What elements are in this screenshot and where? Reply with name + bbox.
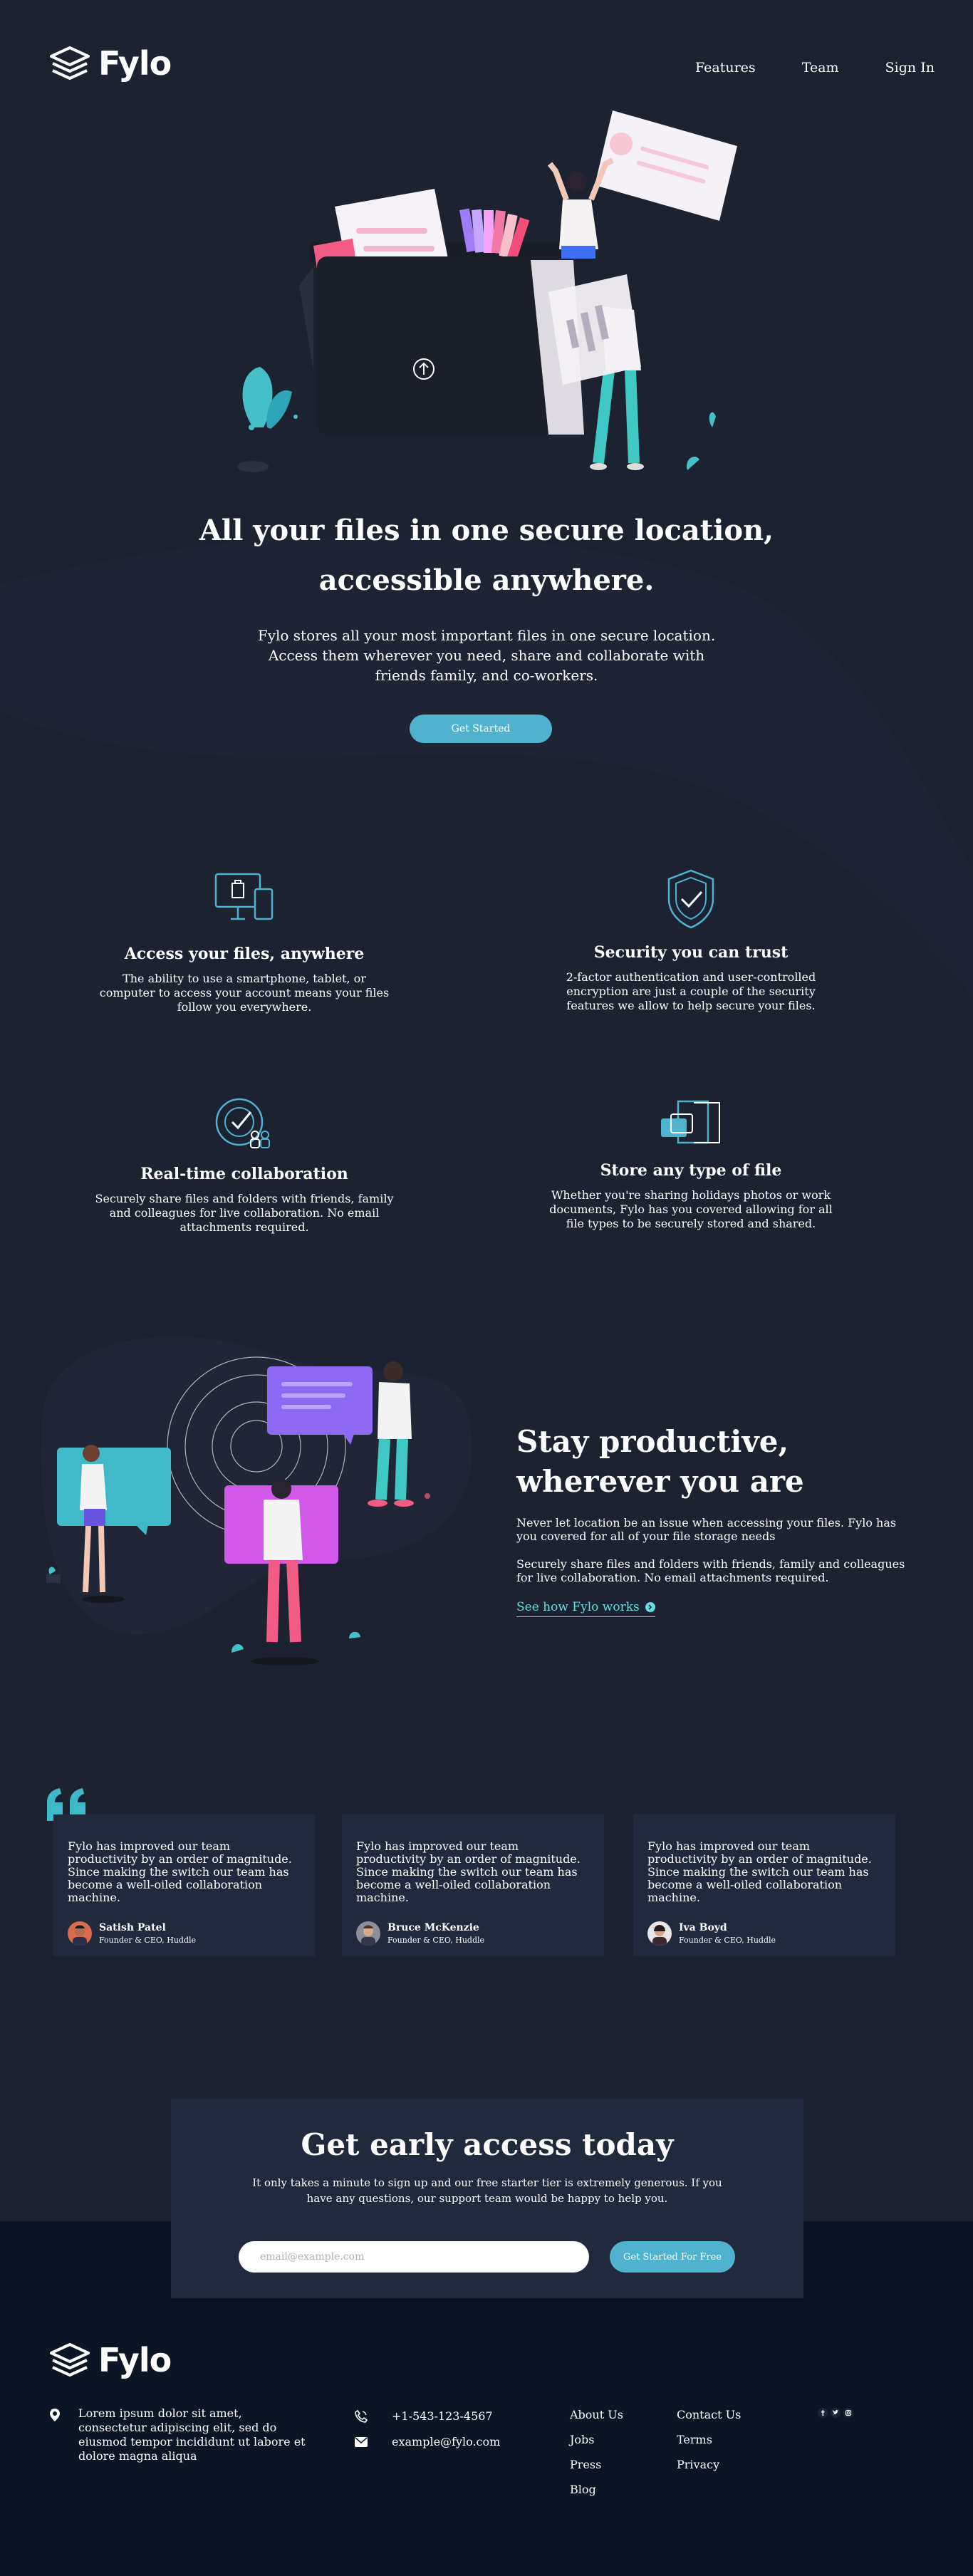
footer-link-privacy[interactable]: Privacy xyxy=(677,2458,741,2471)
testimonial-quote: Fylo has improved our team productivity … xyxy=(68,1839,292,1904)
feature-collaboration-text: Securely share files and folders with fr… xyxy=(95,1192,394,1234)
footer-link-about[interactable]: About Us xyxy=(570,2408,623,2421)
see-how-label: See how Fylo works xyxy=(516,1600,640,1614)
location-icon xyxy=(50,2409,60,2421)
email-input[interactable] xyxy=(239,2241,589,2273)
footer-logo[interactable]: Fylo xyxy=(48,2341,172,2379)
testimonial-role: Founder & CEO, Huddle xyxy=(679,1936,776,1945)
footer-links-col2: Contact Us Terms Privacy xyxy=(677,2408,741,2471)
nav-signin[interactable]: Sign In xyxy=(885,60,935,76)
productive-text-1: Never let location be an issue when acce… xyxy=(516,1516,897,1543)
testimonial-role: Founder & CEO, Huddle xyxy=(387,1936,485,1945)
testimonial-name: Iva Boyd xyxy=(679,1922,727,1933)
files-icon xyxy=(661,1100,720,1144)
feature-security-title: Security you can trust xyxy=(593,943,789,962)
testimonial-person: Bruce McKenzie Founder & CEO, Huddle xyxy=(356,1921,590,1946)
testimonial-quote: Fylo has improved our team productivity … xyxy=(647,1839,872,1904)
social-links xyxy=(818,2408,853,2418)
productive-title: Stay productive, wherever you are xyxy=(516,1422,915,1502)
nav-team[interactable]: Team xyxy=(802,60,839,76)
avatar xyxy=(68,1921,92,1946)
hero-illustration xyxy=(237,110,737,472)
hero-title: All your files in one secure location, a… xyxy=(0,506,973,606)
instagram-icon[interactable] xyxy=(843,2408,853,2418)
facebook-icon[interactable] xyxy=(818,2408,828,2418)
productive-text-2: Securely share files and folders with fr… xyxy=(516,1557,905,1584)
footer-link-press[interactable]: Press xyxy=(570,2458,623,2471)
feature-access: Access your files, anywhere The ability … xyxy=(80,871,408,1014)
testimonial-person: Iva Boyd Founder & CEO, Huddle xyxy=(647,1921,881,1946)
footer-email[interactable]: example@fylo.com xyxy=(392,2435,500,2448)
early-access-box: Get early access today It only takes a m… xyxy=(171,2099,803,2298)
nav-features[interactable]: Features xyxy=(695,60,756,76)
feature-files-title: Store any type of file xyxy=(600,1161,782,1180)
testimonial-person: Satish Patel Founder & CEO, Huddle xyxy=(68,1921,301,1946)
feature-collaboration-title: Real-time collaboration xyxy=(140,1165,348,1183)
shield-icon xyxy=(667,869,714,929)
cta-text: It only takes a minute to sign up and ou… xyxy=(252,2176,722,2205)
feature-files: Store any type of file Whether you're sh… xyxy=(527,1099,855,1231)
hero-title-line1: All your files in one secure location, xyxy=(199,514,774,547)
avatar xyxy=(356,1921,380,1946)
testimonial-name: Bruce McKenzie xyxy=(387,1922,479,1933)
testimonial-card: Fylo has improved our team productivity … xyxy=(53,1814,316,1956)
main-nav: Features Team Sign In xyxy=(652,60,935,76)
hero-text-line3: friends family, and co-workers. xyxy=(375,667,598,684)
hero-title-line2: accessible anywhere. xyxy=(318,564,655,597)
header-logo[interactable]: Fylo xyxy=(48,44,172,83)
email-icon xyxy=(355,2437,368,2447)
feature-security: Security you can trust 2-factor authenti… xyxy=(527,868,855,1013)
get-started-button[interactable]: Get Started xyxy=(410,715,552,743)
footer-link-jobs[interactable]: Jobs xyxy=(570,2433,623,2446)
productive-title-line2: wherever you are xyxy=(516,1464,804,1499)
logo-icon xyxy=(50,46,90,80)
footer-link-terms[interactable]: Terms xyxy=(677,2433,741,2446)
hero-description: Fylo stores all your most important file… xyxy=(0,625,973,685)
twitter-icon[interactable] xyxy=(831,2408,841,2418)
cta-title: Get early access today xyxy=(301,2127,674,2162)
logo-text: Fylo xyxy=(98,44,172,83)
productive-title-line1: Stay productive, xyxy=(516,1424,789,1459)
feature-access-title: Access your files, anywhere xyxy=(124,945,365,963)
testimonial-card: Fylo has improved our team productivity … xyxy=(633,1814,895,1956)
logo-text: Fylo xyxy=(98,2341,172,2379)
footer-link-blog[interactable]: Blog xyxy=(570,2483,623,2496)
phone-icon xyxy=(355,2410,368,2423)
get-started-free-button[interactable]: Get Started For Free xyxy=(610,2241,735,2273)
see-how-link[interactable]: See how Fylo works xyxy=(516,1600,655,1617)
footer-link-contact[interactable]: Contact Us xyxy=(677,2408,741,2421)
hero-text-line2: Access them wherever you need, share and… xyxy=(268,647,705,664)
feature-security-text: 2-factor authentication and user-control… xyxy=(566,970,816,1012)
footer-links-col1: About Us Jobs Press Blog xyxy=(570,2408,623,2496)
collaboration-icon xyxy=(215,1098,270,1148)
testimonial-quote: Fylo has improved our team productivity … xyxy=(356,1839,581,1904)
testimonial-card: Fylo has improved our team productivity … xyxy=(342,1814,604,1956)
devices-icon xyxy=(214,873,274,920)
productive-section: Stay productive, wherever you are Never … xyxy=(516,1422,915,1617)
logo-icon xyxy=(50,2343,90,2377)
footer-address: Lorem ipsum dolor sit amet, consectetur … xyxy=(78,2406,306,2463)
feature-collaboration: Real-time collaboration Securely share f… xyxy=(80,1095,408,1235)
feature-access-text: The ability to use a smartphone, tablet,… xyxy=(99,972,390,1014)
avatar xyxy=(647,1921,672,1946)
testimonial-role: Founder & CEO, Huddle xyxy=(99,1936,197,1945)
productive-illustration xyxy=(41,1336,473,1666)
testimonial-name: Satish Patel xyxy=(99,1922,166,1933)
footer-phone[interactable]: +1-543-123-4567 xyxy=(392,2409,493,2423)
arrow-circle-icon xyxy=(645,1602,655,1612)
hero-text-line1: Fylo stores all your most important file… xyxy=(257,627,716,644)
feature-files-text: Whether you're sharing holidays photos o… xyxy=(549,1188,833,1230)
